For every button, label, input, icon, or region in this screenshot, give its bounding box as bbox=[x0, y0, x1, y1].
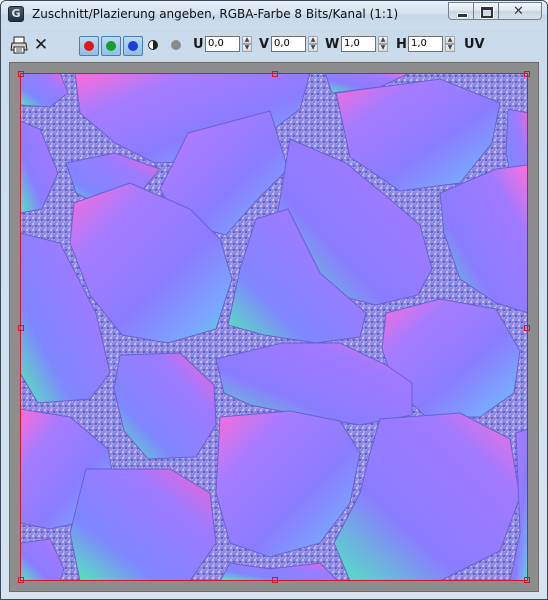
red-channel-button[interactable] bbox=[79, 36, 99, 56]
v-label: V bbox=[259, 37, 270, 52]
v-field[interactable]: 0,0 bbox=[271, 36, 306, 52]
caption-buttons: ✕ bbox=[448, 2, 542, 21]
app-icon: G bbox=[8, 6, 24, 22]
maximize-button[interactable] bbox=[474, 2, 499, 20]
w-label: W bbox=[325, 37, 340, 52]
h-field[interactable]: 1,0 bbox=[408, 36, 443, 52]
close-icon: ✕ bbox=[513, 4, 524, 19]
maximize-icon bbox=[481, 7, 493, 18]
minimize-icon bbox=[457, 13, 468, 18]
blue-channel-button[interactable] bbox=[123, 36, 143, 56]
title-bar[interactable]: G Zuschnitt/Plazierung angeben, RGBA-Far… bbox=[1, 1, 547, 28]
h-spinner[interactable]: ▲ ▼ bbox=[445, 36, 455, 52]
printer-icon[interactable] bbox=[10, 36, 28, 54]
v-spinner[interactable]: ▲ ▼ bbox=[308, 36, 318, 52]
red-channel-icon bbox=[84, 41, 94, 51]
normal-map-texture bbox=[20, 73, 528, 581]
close-icon[interactable]: ✕ bbox=[32, 36, 50, 54]
green-channel-button[interactable] bbox=[101, 36, 121, 56]
w-spinner[interactable]: ▲ ▼ bbox=[378, 36, 388, 52]
uv-label[interactable]: UV bbox=[464, 37, 485, 52]
blue-channel-icon bbox=[128, 41, 138, 51]
u-field[interactable]: 0,0 bbox=[205, 36, 240, 52]
h-label: H bbox=[396, 37, 407, 52]
window-title: Zuschnitt/Plazierung angeben, RGBA-Farbe… bbox=[32, 7, 399, 21]
w-field[interactable]: 1,0 bbox=[341, 36, 376, 52]
u-spinner[interactable]: ▲ ▼ bbox=[242, 36, 252, 52]
alpha-channel-icon[interactable] bbox=[171, 40, 181, 50]
close-window-button[interactable]: ✕ bbox=[499, 2, 542, 20]
toolbar: ✕ U 0,0 ▲ ▼ V 0,0 ▲ ▼ W 1,0 ▲ ▼ H 1,0 ▲ ▼ UV bbox=[1, 28, 547, 62]
image-canvas bbox=[9, 62, 539, 592]
u-label: U bbox=[193, 37, 204, 52]
minimize-button[interactable] bbox=[448, 2, 474, 20]
monochrome-icon[interactable] bbox=[148, 40, 158, 50]
green-channel-icon bbox=[106, 41, 116, 51]
crop-placement-window: G Zuschnitt/Plazierung angeben, RGBA-Far… bbox=[0, 0, 548, 600]
